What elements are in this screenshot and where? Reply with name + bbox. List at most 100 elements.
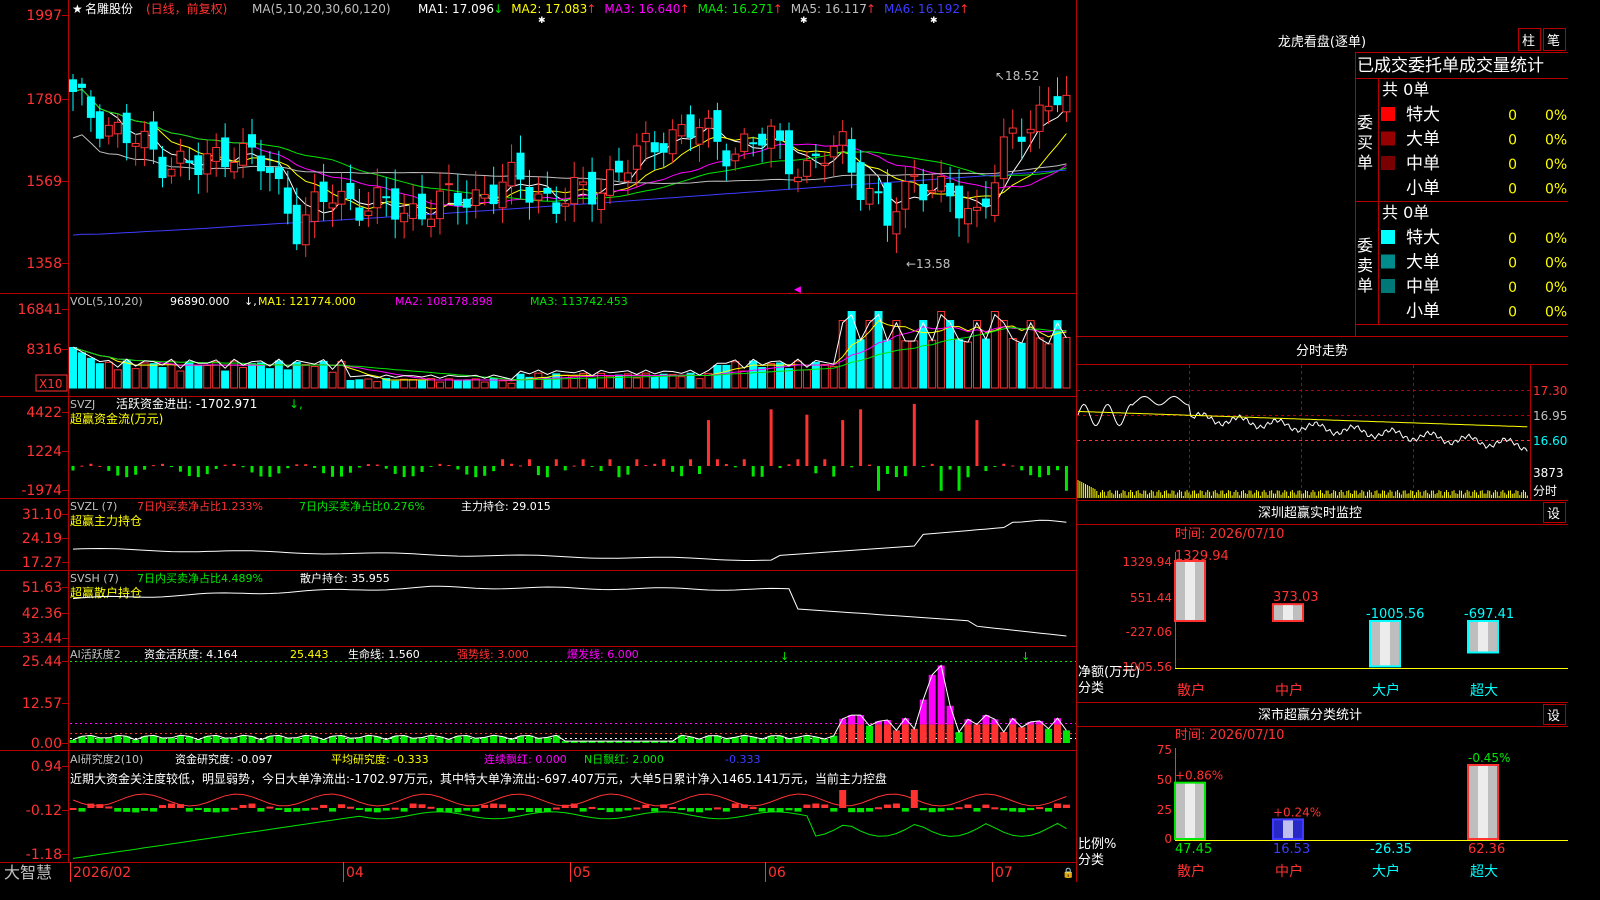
- vol-unit[interactable]: X10: [39, 377, 63, 391]
- volume-bar[interactable]: [77, 352, 86, 389]
- ai-study-bar[interactable]: [642, 804, 650, 808]
- ai-study-bar[interactable]: [534, 808, 542, 813]
- volume-bar[interactable]: [239, 367, 248, 389]
- svzj-bar[interactable]: [125, 466, 129, 478]
- chart-mode[interactable]: (日线，前复权): [146, 1, 227, 16]
- ai2-bar[interactable]: [758, 739, 766, 743]
- volume-bar[interactable]: [364, 378, 373, 389]
- candle[interactable]: [194, 155, 203, 176]
- svzj-bar[interactable]: [554, 459, 558, 466]
- volume-bar[interactable]: [901, 340, 910, 389]
- candle[interactable]: [776, 130, 785, 141]
- ai2-bar[interactable]: [1045, 728, 1053, 743]
- candle[interactable]: [632, 145, 641, 170]
- ai-study-bar[interactable]: [409, 803, 417, 808]
- volume-bar[interactable]: [498, 380, 507, 389]
- candle[interactable]: [695, 127, 704, 145]
- signal-arrow-icon[interactable]: ↓: [1021, 650, 1030, 663]
- candle[interactable]: [552, 202, 561, 214]
- candle[interactable]: [248, 134, 256, 148]
- svzj-bar[interactable]: [411, 466, 415, 477]
- signal-arrow-icon[interactable]: ↓: [780, 650, 789, 663]
- ai-study-bar[interactable]: [731, 803, 739, 808]
- ai2-bar[interactable]: [946, 724, 954, 743]
- svzj-bar[interactable]: [474, 466, 478, 478]
- ai2-bar[interactable]: [982, 724, 990, 743]
- candle[interactable]: [221, 137, 230, 168]
- svzj-bar[interactable]: [563, 466, 567, 471]
- candle[interactable]: [802, 160, 811, 177]
- volume-bar[interactable]: [731, 361, 740, 389]
- svzj-bar[interactable]: [805, 414, 809, 466]
- volume-bar[interactable]: [95, 363, 104, 389]
- svzj-bar[interactable]: [733, 466, 737, 468]
- candle[interactable]: [310, 191, 319, 222]
- candle[interactable]: [1044, 105, 1053, 112]
- svzj-bar[interactable]: [653, 463, 657, 466]
- svzj-bar[interactable]: [519, 465, 522, 467]
- cursor-marker-icon[interactable]: ◀: [794, 285, 801, 295]
- ai-study-bar[interactable]: [696, 808, 703, 813]
- candle[interactable]: [588, 171, 597, 205]
- svzj-bar[interactable]: [671, 466, 675, 472]
- ai-study-bar[interactable]: [472, 808, 480, 812]
- svzj-bar[interactable]: [644, 465, 648, 467]
- ai-study-bar[interactable]: [329, 808, 337, 812]
- candle[interactable]: [319, 181, 328, 203]
- candle[interactable]: [606, 169, 614, 196]
- svzj-bar[interactable]: [295, 464, 299, 466]
- svzj-bar[interactable]: [483, 466, 487, 476]
- svzj-bar[interactable]: [313, 466, 317, 468]
- ai2-bar[interactable]: [785, 738, 793, 743]
- ai2-bar[interactable]: [910, 728, 918, 743]
- ai2-bar[interactable]: [534, 738, 542, 743]
- candle[interactable]: [820, 162, 829, 166]
- svzj-bar[interactable]: [912, 403, 916, 466]
- candle[interactable]: [865, 187, 874, 205]
- candle[interactable]: [659, 143, 668, 153]
- candle[interactable]: [239, 142, 248, 166]
- ai-study-bar[interactable]: [490, 803, 498, 808]
- candle[interactable]: [964, 208, 972, 225]
- ai2-bar[interactable]: [883, 724, 891, 743]
- volume-bar[interactable]: [391, 380, 400, 389]
- volume-bar[interactable]: [588, 378, 597, 389]
- ai2-bar[interactable]: [901, 724, 909, 743]
- candle[interactable]: [1008, 127, 1017, 134]
- ai-study-bar[interactable]: [857, 808, 865, 813]
- svzj-bar[interactable]: [402, 466, 406, 478]
- ai2-bar-top[interactable]: [946, 705, 954, 725]
- svzj-bar[interactable]: [384, 466, 388, 469]
- svzj-bar[interactable]: [429, 466, 433, 467]
- volume-bar[interactable]: [1062, 336, 1071, 389]
- candle[interactable]: [283, 187, 292, 214]
- ai2-bar[interactable]: [866, 725, 874, 743]
- volume-bar[interactable]: [453, 379, 462, 389]
- candle[interactable]: [722, 150, 731, 167]
- ai-study-bar[interactable]: [338, 804, 345, 808]
- svzj-bar[interactable]: [689, 459, 693, 466]
- volume-bar[interactable]: [248, 363, 256, 389]
- monitor-settings-label[interactable]: 设: [1547, 507, 1560, 522]
- svzj-bar[interactable]: [939, 466, 943, 491]
- candle[interactable]: [623, 172, 632, 182]
- candle[interactable]: [1017, 136, 1026, 142]
- ai-study-bar[interactable]: [758, 808, 766, 812]
- ai-study-bar[interactable]: [552, 807, 560, 810]
- volume-bar[interactable]: [1026, 320, 1035, 389]
- ai-study-bar[interactable]: [651, 808, 659, 812]
- candle[interactable]: [265, 167, 274, 173]
- candle[interactable]: [901, 181, 910, 210]
- volume-bar[interactable]: [1044, 343, 1053, 389]
- svzj-bar[interactable]: [420, 466, 424, 472]
- candle[interactable]: [614, 160, 623, 173]
- ai2-bar[interactable]: [364, 735, 372, 743]
- candle[interactable]: [355, 207, 364, 221]
- svzj-bar[interactable]: [1047, 466, 1051, 476]
- ai2-bar[interactable]: [481, 737, 489, 743]
- ai2-bar[interactable]: [445, 739, 453, 743]
- candle[interactable]: [1035, 104, 1044, 132]
- volume-bar[interactable]: [1017, 342, 1026, 389]
- svzj-bar[interactable]: [438, 463, 442, 466]
- candle[interactable]: [811, 153, 820, 157]
